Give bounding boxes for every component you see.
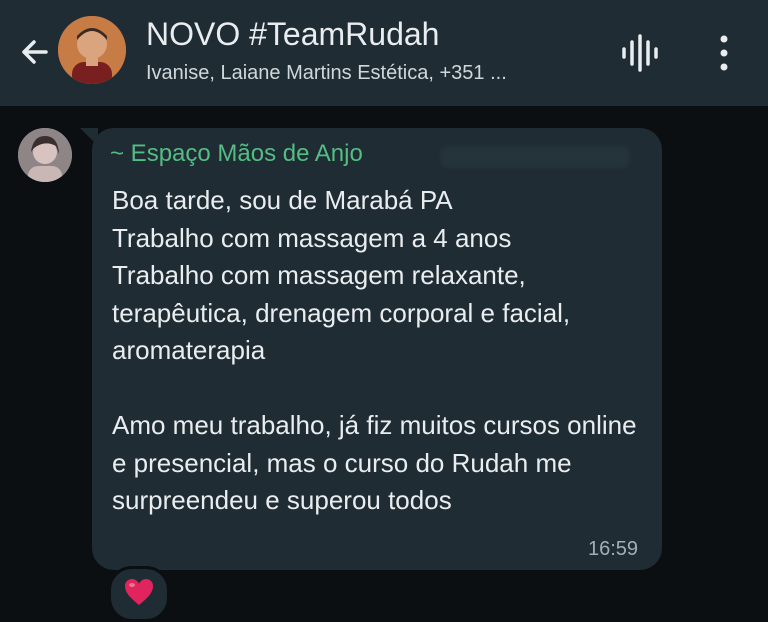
sender-avatar[interactable] [18,128,72,182]
blurred-phone-number [440,146,630,168]
chat-header: NOVO #TeamRudah Ivanise, Laiane Martins … [0,0,768,106]
arrow-left-icon [22,40,48,64]
sender-avatar-image [18,128,72,182]
message-timestamp: 16:59 [588,538,639,560]
message-text: Boa tarde, sou de Marabá PA Trabalho com… [112,185,637,515]
back-button[interactable] [12,30,56,74]
group-avatar-image [58,16,126,84]
group-avatar[interactable] [58,16,126,84]
message-sender-name[interactable]: ~ Espaço Mãos de Anjo [110,140,363,168]
message-reaction[interactable] [108,566,170,622]
more-options-button[interactable] [706,30,742,76]
more-vertical-icon [720,35,728,71]
chat-participants[interactable]: Ivanise, Laiane Martins Estética, +351 .… [146,62,507,85]
chat-title[interactable]: NOVO #TeamRudah [146,16,439,53]
heart-icon [125,579,153,605]
voice-chat-button[interactable] [614,30,664,76]
audio-wave-icon [622,34,658,72]
